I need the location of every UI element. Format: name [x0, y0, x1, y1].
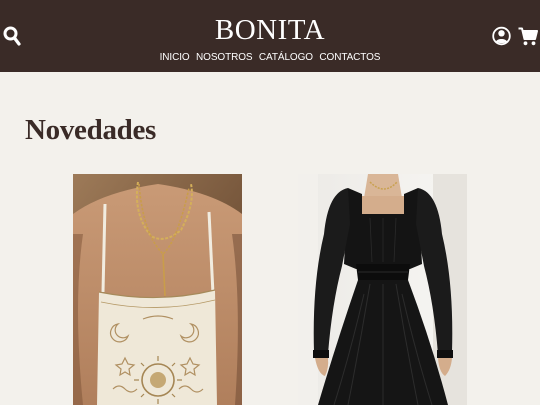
- nav-item-catalogo[interactable]: CATÁLOGO: [259, 52, 313, 63]
- user-icon[interactable]: [492, 25, 511, 47]
- main-nav: INICIO NOSOTROS CATÁLOGO CONTACTOS: [0, 50, 540, 63]
- brand-logo[interactable]: BONITA: [0, 14, 540, 46]
- section-title: Novedades: [25, 114, 157, 146]
- product-card-1[interactable]: [73, 174, 242, 405]
- site-header: BONITA INICIO NOSOTROS CATÁLOGO CONTACTO…: [0, 0, 540, 72]
- nav-item-inicio[interactable]: INICIO: [160, 52, 190, 63]
- nav-item-contactos[interactable]: CONTACTOS: [319, 52, 380, 63]
- product-image-black-dress[interactable]: [298, 174, 467, 405]
- nav-item-nosotros[interactable]: NOSOTROS: [196, 52, 253, 63]
- product-card-2[interactable]: [298, 174, 467, 405]
- cart-icon[interactable]: [518, 27, 538, 46]
- product-image-corset-top[interactable]: [73, 174, 242, 405]
